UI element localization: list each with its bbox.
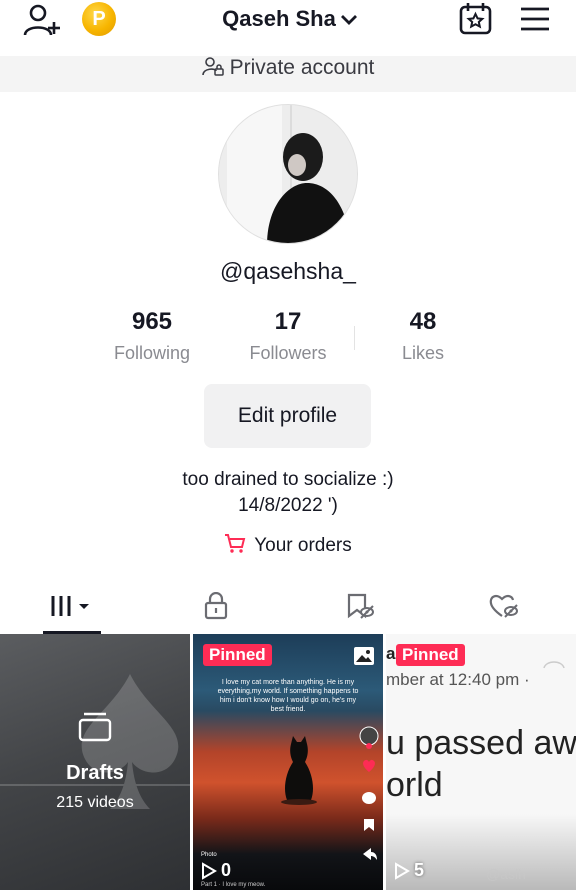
stat-label: Likes xyxy=(401,343,445,363)
side-action-icons xyxy=(359,726,379,860)
tab-saved[interactable] xyxy=(288,584,432,632)
calendar-star-icon[interactable] xyxy=(458,2,494,36)
private-user-icon xyxy=(201,56,224,80)
tiktok-watermark: @asih xyxy=(486,866,526,882)
tab-videos[interactable] xyxy=(0,584,144,632)
bio-line: too drained to socialize :) xyxy=(182,469,394,490)
cat-silhouette xyxy=(281,736,317,811)
video-grid: Drafts 215 videos Pinned I love my cat m… xyxy=(0,634,576,890)
avatar[interactable] xyxy=(218,104,358,244)
add-user-icon[interactable] xyxy=(22,2,62,38)
screenshot-text: a xyxy=(386,644,396,663)
profile-title: Qaseh Sha xyxy=(222,6,336,31)
video-caption: Part 1 · I love my meow. xyxy=(201,882,266,888)
stat-following[interactable]: 965 Following xyxy=(84,306,220,368)
screenshot-line: u passed aw xyxy=(386,724,576,762)
coin-icon[interactable]: P xyxy=(82,2,116,36)
private-account-label: Private account xyxy=(229,56,375,79)
stat-value: 965 xyxy=(131,308,173,335)
edit-profile-button[interactable]: Edit profile xyxy=(204,384,371,448)
view-count-value: 0 xyxy=(221,860,232,880)
view-count-value: 5 xyxy=(414,860,425,880)
video-tile[interactable]: a Pinned mber at 12:40 pm · u passed aw … xyxy=(386,634,576,890)
drafts-icon xyxy=(78,712,112,747)
profile-stats: 965 Following 17 Followers 48 Likes xyxy=(84,306,492,370)
video-overlay-text: I love my cat more than anything. He is … xyxy=(217,679,359,713)
stat-label: Following xyxy=(113,343,191,363)
menu-icon[interactable] xyxy=(518,4,552,34)
liked-hidden-icon xyxy=(488,592,520,625)
private-account-banner: Private account xyxy=(0,56,576,92)
photo-icon xyxy=(353,646,375,671)
tab-private[interactable] xyxy=(144,584,288,632)
screenshot-line: orld xyxy=(386,766,443,804)
stat-value: 17 xyxy=(274,308,302,335)
view-count: 5 xyxy=(394,860,424,881)
saved-hidden-icon xyxy=(345,592,375,625)
view-count: 0 xyxy=(201,860,231,881)
bio: too drained to socialize :) 14/8/2022 ') xyxy=(0,467,576,519)
screenshot-meta: mber at 12:40 pm · xyxy=(386,670,530,689)
photo-tag: Photo xyxy=(201,852,217,858)
your-orders-link[interactable]: Your orders xyxy=(0,532,576,560)
stat-value: 48 xyxy=(409,308,437,335)
stat-followers[interactable]: 17 Followers xyxy=(220,306,356,368)
pinned-badge: Pinned xyxy=(203,644,272,666)
drafts-title: Drafts xyxy=(66,762,124,784)
top-bar: P Qaseh Sha xyxy=(0,0,576,56)
cart-icon xyxy=(224,532,246,560)
drafts-count: 215 videos xyxy=(56,794,134,811)
video-side-actions xyxy=(359,726,379,881)
videos-grid-icon xyxy=(49,593,95,624)
screenshot-text: u passed aw orld xyxy=(386,722,576,806)
play-icon xyxy=(202,861,217,880)
stat-label: Followers xyxy=(249,343,327,363)
video-tile[interactable]: Pinned I love my cat more than anything.… xyxy=(193,634,383,890)
play-icon xyxy=(395,861,410,880)
pinned-badge: Pinned xyxy=(396,644,465,666)
tab-liked[interactable] xyxy=(432,584,576,632)
account-switcher[interactable]: Qaseh Sha xyxy=(180,3,400,35)
chevron-down-icon xyxy=(340,4,358,36)
lock-icon xyxy=(203,591,229,625)
profile-tabs xyxy=(0,584,576,634)
profile-handle: @qasehsha_ xyxy=(220,258,356,284)
bio-line: 14/8/2022 ') xyxy=(238,495,338,516)
drafts-tile[interactable]: Drafts 215 videos xyxy=(0,634,190,890)
stat-likes[interactable]: 48 Likes xyxy=(355,306,491,368)
your-orders-label: Your orders xyxy=(254,535,352,556)
